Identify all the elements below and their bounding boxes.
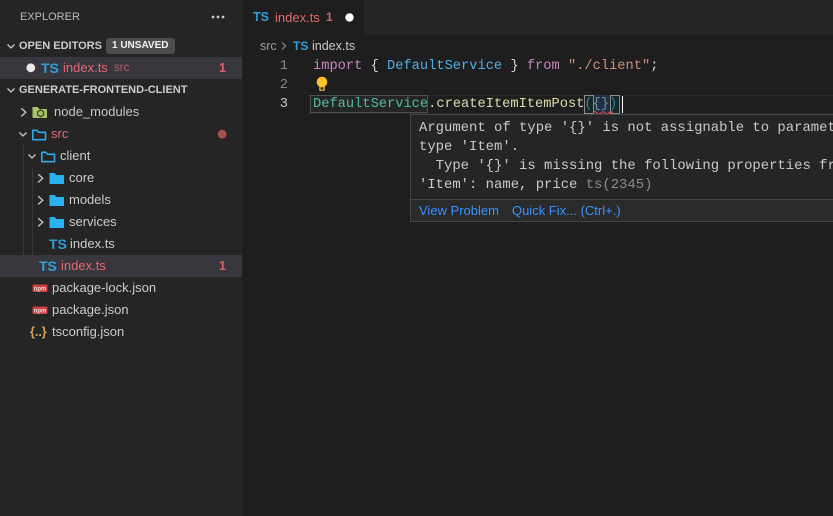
svg-text:npm: npm xyxy=(34,308,47,314)
svg-text:npm: npm xyxy=(34,286,47,292)
